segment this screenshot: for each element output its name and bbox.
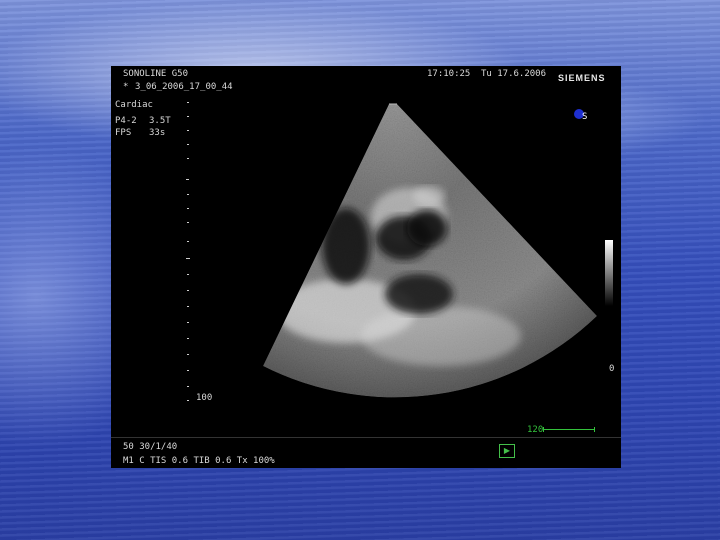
ultrasound-screen: SONOLINE G50 * 3_06_2006_17_00_44 17:10:…	[111, 66, 621, 468]
footer-line-1: 50 30/1/40	[123, 442, 178, 452]
grayscale-label: 0	[609, 364, 615, 374]
scale-bar	[543, 427, 595, 432]
play-icon[interactable]: ▶	[499, 444, 515, 458]
footer-line-2: M1 C TIS 0.6 TIB 0.6 Tx 100%	[123, 456, 275, 466]
footer-divider	[111, 437, 621, 438]
echo-sector-image	[263, 103, 597, 398]
play-symbol: ▶	[503, 446, 511, 455]
scale-label: 120	[527, 425, 544, 435]
grayscale-bar	[605, 240, 613, 306]
